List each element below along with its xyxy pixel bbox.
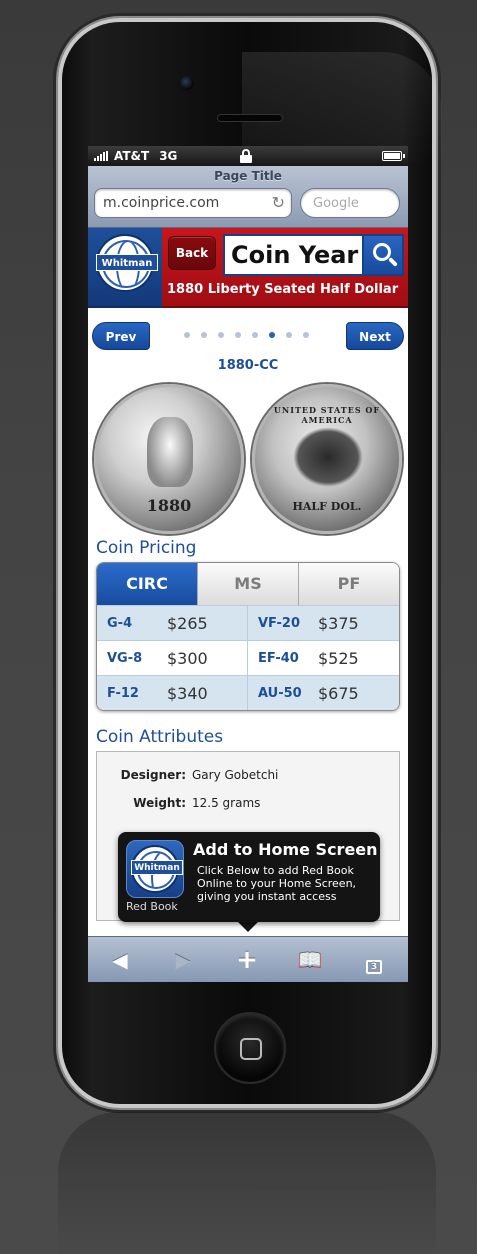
browser-toolbar: ◀ ▶ + 📖 3 bbox=[88, 936, 408, 982]
bookmarks-icon[interactable]: 📖 bbox=[292, 945, 328, 975]
carrier-name: AT&T bbox=[114, 149, 150, 163]
search-button[interactable] bbox=[362, 234, 404, 276]
site-header: Whitman Back Coin Year 1880 Liberty Seat… bbox=[88, 228, 408, 318]
signal-icon bbox=[94, 151, 108, 161]
table-row: G-4 $265 bbox=[97, 605, 248, 640]
lock-icon bbox=[240, 149, 252, 163]
table-row: AU-50 $675 bbox=[248, 675, 399, 710]
page-title: Page Title bbox=[214, 169, 282, 183]
tab-circ[interactable]: CIRC bbox=[97, 563, 197, 605]
app-icon-text: Whitman bbox=[131, 860, 183, 875]
grade-price: $300 bbox=[167, 648, 208, 668]
coin-reverse-denomination: HALF DOL. bbox=[292, 500, 362, 513]
tabs-count-icon: 3 bbox=[366, 960, 382, 974]
page-dot[interactable] bbox=[184, 332, 190, 338]
add-icon[interactable]: + bbox=[229, 945, 265, 975]
attribute-value: Gary Gobetchi bbox=[192, 768, 279, 782]
prev-button[interactable]: Prev bbox=[92, 322, 150, 350]
popup-title: Add to Home Screen bbox=[193, 840, 378, 859]
home-button[interactable] bbox=[214, 1012, 286, 1084]
grade-label: AU-50 bbox=[258, 685, 302, 701]
pricing-title: Coin Pricing bbox=[96, 538, 197, 558]
whitman-logo[interactable]: Whitman bbox=[88, 228, 162, 308]
grade-grid: G-4 $265 VF-20 $375 VG-8 $300 EF-40 $525… bbox=[97, 605, 399, 710]
app-name: Red Book bbox=[126, 900, 178, 913]
page-dot[interactable] bbox=[252, 332, 258, 338]
coin-title: 1880 Liberty Seated Half Dollar bbox=[167, 282, 399, 297]
page-dot[interactable] bbox=[286, 332, 292, 338]
network-type: 3G bbox=[159, 149, 178, 163]
coin-pager: Prev Next bbox=[88, 318, 408, 354]
grade-price: $340 bbox=[167, 683, 208, 703]
page-dot[interactable] bbox=[269, 332, 275, 338]
tab-ms[interactable]: MS bbox=[197, 563, 298, 605]
coin-search-input[interactable]: Coin Year bbox=[223, 234, 362, 276]
page-dots bbox=[184, 332, 309, 338]
coin-reverse-image[interactable]: UNITED STATES OF AMERICA HALF DOL. bbox=[252, 384, 402, 534]
grade-label: EF-40 bbox=[258, 650, 299, 666]
forward-arrow-icon[interactable]: ▶ bbox=[165, 945, 201, 975]
grade-price: $525 bbox=[318, 648, 359, 668]
add-to-home-popup[interactable]: Whitman Red Book Add to Home Screen Clic… bbox=[118, 832, 380, 932]
popup-text: Click Below to add Red Book Online to yo… bbox=[197, 864, 357, 903]
page-dot[interactable] bbox=[235, 332, 241, 338]
next-button[interactable]: Next bbox=[346, 322, 404, 350]
tabs-button[interactable]: 3 bbox=[356, 945, 392, 975]
coin-reverse-legend: UNITED STATES OF AMERICA bbox=[273, 405, 381, 425]
reload-icon[interactable]: ↻ bbox=[272, 193, 285, 212]
attribute-row: Weight: 12.5 grams bbox=[97, 790, 399, 818]
battery-icon bbox=[382, 151, 405, 161]
grade-label: VG-8 bbox=[107, 650, 143, 666]
status-bar: AT&T 3G bbox=[88, 146, 408, 166]
grade-label: VF-20 bbox=[258, 615, 301, 631]
coin-variety-label: 1880-CC bbox=[217, 358, 279, 373]
table-row: EF-40 $525 bbox=[248, 640, 399, 675]
grade-label: G-4 bbox=[107, 615, 133, 631]
grade-price: $375 bbox=[318, 613, 359, 633]
pricing-tabs: CIRC MS PF bbox=[97, 563, 399, 605]
tab-pf[interactable]: PF bbox=[298, 563, 399, 605]
phone-reflection bbox=[58, 1112, 436, 1254]
app-icon: Whitman bbox=[126, 840, 184, 898]
logo-text: Whitman bbox=[96, 254, 158, 271]
attribute-label: Designer: bbox=[120, 768, 186, 782]
earpiece-speaker bbox=[217, 114, 283, 122]
eagle-figure bbox=[293, 427, 363, 487]
coin-images: 1880 UNITED STATES OF AMERICA HALF DOL. bbox=[88, 380, 408, 534]
globe-icon: Whitman bbox=[96, 234, 158, 292]
front-camera bbox=[178, 74, 196, 92]
url-field[interactable]: m.coinprice.com ↻ bbox=[94, 188, 292, 218]
google-search-field[interactable]: Google bbox=[300, 188, 400, 218]
page-dot[interactable] bbox=[201, 332, 207, 338]
grade-label: F-12 bbox=[107, 685, 139, 701]
table-row: F-12 $340 bbox=[97, 675, 248, 710]
table-row: VF-20 $375 bbox=[248, 605, 399, 640]
pricing-table: CIRC MS PF G-4 $265 VF-20 $375 VG-8 $300… bbox=[96, 562, 400, 711]
coin-obverse-image[interactable]: 1880 bbox=[94, 384, 244, 534]
url-text: m.coinprice.com bbox=[103, 195, 220, 211]
back-arrow-icon[interactable]: ◀ bbox=[102, 945, 138, 975]
browser-address-bar: Page Title m.coinprice.com ↻ Google bbox=[88, 166, 408, 228]
attribute-value: 12.5 grams bbox=[192, 796, 261, 810]
phone-screen: AT&T 3G Page Title m.coinprice.com ↻ Goo… bbox=[88, 146, 408, 982]
seated-liberty-figure bbox=[147, 417, 193, 487]
coin-obverse-year: 1880 bbox=[146, 496, 192, 515]
globe-icon: Whitman bbox=[131, 845, 183, 893]
table-row: VG-8 $300 bbox=[97, 640, 248, 675]
grade-price: $675 bbox=[318, 683, 359, 703]
grade-price: $265 bbox=[167, 613, 208, 633]
attribute-row: Designer: Gary Gobetchi bbox=[97, 762, 399, 790]
attributes-title: Coin Attributes bbox=[96, 727, 224, 747]
page-dot[interactable] bbox=[303, 332, 309, 338]
page-dot[interactable] bbox=[218, 332, 224, 338]
back-button[interactable]: Back bbox=[168, 236, 216, 270]
attribute-label: Weight: bbox=[133, 796, 186, 810]
